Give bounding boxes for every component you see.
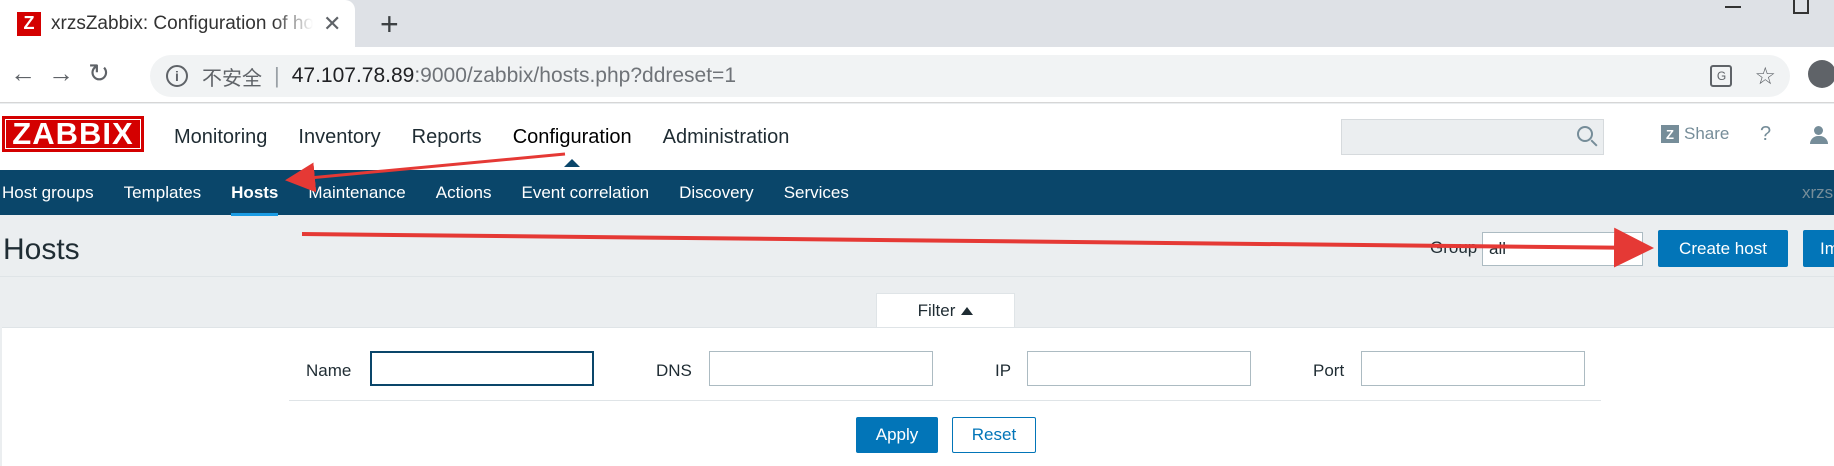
submenu-host-groups[interactable]: Host groups [2,183,94,203]
zabbix-share-icon: Z [1661,125,1679,143]
menu-inventory[interactable]: Inventory [298,126,380,167]
back-arrow-icon[interactable]: ← [10,58,36,89]
menu-administration[interactable]: Administration [663,126,790,167]
minimize-window-icon[interactable] [1725,0,1741,8]
close-tab-icon[interactable]: ✕ [323,11,341,37]
name-label: Name [306,361,352,380]
bookmark-star-icon[interactable]: ☆ [1754,62,1776,91]
submenu-event-correlation[interactable]: Event correlation [521,183,649,203]
port-label: Port [1313,361,1345,380]
import-button[interactable]: Import [1803,230,1834,267]
zabbix-favicon-icon: Z [17,11,41,36]
group-label: Group [1430,238,1478,257]
forward-arrow-icon[interactable]: → [48,58,74,89]
zabbix-header: ZABBIX Monitoring Inventory Reports Conf… [0,104,1834,170]
site-info-icon[interactable]: i [166,65,188,87]
new-tab-button[interactable]: + [380,6,399,43]
menu-configuration[interactable]: Configuration [513,126,632,167]
browser-tab-strip: Z xrzsZabbix: Configuration of hosts ✕ + [0,0,1834,47]
filter-tab-label: Filter [917,301,956,320]
configuration-sub-menu: Host groups Templates Hosts Maintenance … [0,170,1834,216]
zabbix-logo[interactable]: ZABBIX [2,116,144,152]
reset-button[interactable]: Reset [952,417,1036,453]
browser-toolbar: ← → ↻ i 不安全 | 47.107.78.89:9000/zabbix/h… [0,47,1834,103]
url-path: :9000/zabbix/hosts.php?ddreset=1 [414,64,736,87]
translate-icon[interactable]: G [1710,65,1733,87]
reload-icon[interactable]: ↻ [88,58,110,89]
filter-panel: Name DNS IP Port Apply Reset [2,327,1834,466]
main-menu: Monitoring Inventory Reports Configurati… [174,126,820,167]
apply-button[interactable]: Apply [856,417,938,453]
menu-monitoring[interactable]: Monitoring [174,126,267,167]
menu-reports[interactable]: Reports [412,126,482,167]
name-field[interactable] [370,351,594,386]
share-label: Share [1684,124,1730,143]
submenu-discovery[interactable]: Discovery [679,183,754,203]
submenu-templates[interactable]: Templates [124,183,201,203]
server-name: xrzs [1802,182,1834,202]
browser-tab[interactable]: Z xrzsZabbix: Configuration of hosts ✕ [0,0,355,47]
search-icon[interactable] [1577,126,1593,142]
filter-tab[interactable]: Filter [876,293,1015,328]
filter-separator [289,400,1601,401]
insecure-label: 不安全 [202,65,262,90]
dns-label: DNS [656,361,692,380]
port-field[interactable] [1361,351,1585,386]
collapse-arrow-icon [961,307,974,315]
user-profile-icon[interactable] [1810,126,1828,144]
submenu-services[interactable]: Services [784,183,849,203]
submenu-actions[interactable]: Actions [436,183,492,203]
create-host-button[interactable]: Create host [1658,230,1788,267]
ip-field[interactable] [1027,351,1251,386]
chevron-down-icon [1624,247,1634,253]
dns-field[interactable] [709,351,933,386]
submenu-hosts[interactable]: Hosts [231,183,279,216]
global-search-input[interactable] [1341,119,1604,155]
page-title: Hosts [3,233,80,266]
url-separator: | [274,63,280,88]
share-link[interactable]: Z Share [1661,124,1729,144]
help-icon[interactable]: ? [1760,123,1771,146]
group-select[interactable]: all [1482,232,1643,266]
group-select-value: all [1489,239,1507,258]
submenu-maintenance[interactable]: Maintenance [308,183,405,203]
profile-avatar-icon[interactable] [1808,60,1834,88]
url-host: 47.107.78.89 [291,64,415,87]
address-bar[interactable]: i 不安全 | 47.107.78.89:9000/zabbix/hosts.p… [150,55,1790,97]
maximize-window-icon[interactable] [1793,0,1809,14]
ip-label: IP [995,361,1012,380]
tab-title: xrzsZabbix: Configuration of hosts [51,12,313,34]
header-divider [0,276,1834,277]
